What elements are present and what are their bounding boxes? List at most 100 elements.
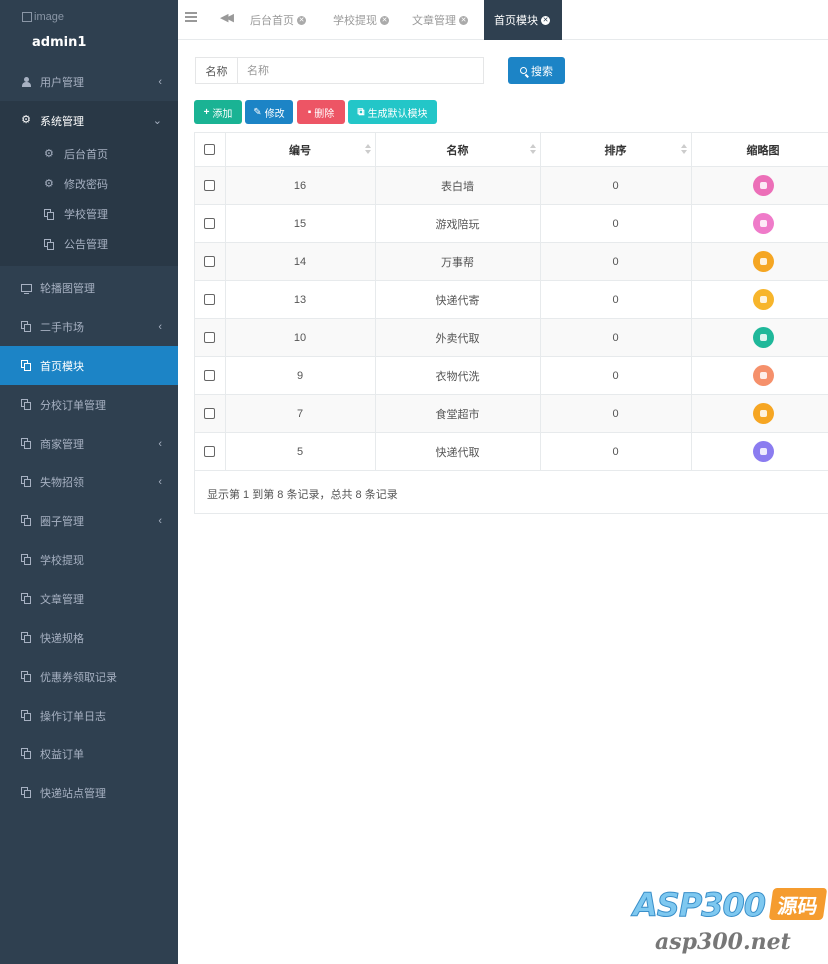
generate-default-modules-button[interactable]: ⧉ 生成默认模块 bbox=[348, 100, 437, 124]
thumbnail-icon[interactable] bbox=[752, 441, 774, 462]
table-body: 16 表白墙 0 15 游戏陪玩 0 14 万事帮 0 13 快递代寄 0 10 外卖代取 0 9 衣物代洗 0 7… bbox=[195, 166, 828, 471]
thumbnail-icon[interactable] bbox=[752, 175, 774, 196]
sidebar-item-label: 系统管理 bbox=[40, 115, 84, 128]
sort-icon bbox=[529, 144, 536, 154]
submenu-item-school-management[interactable]: 学校管理 bbox=[44, 204, 108, 224]
id-cell: 13 bbox=[225, 280, 376, 319]
pencil-icon: ✎ bbox=[253, 106, 262, 118]
table-row[interactable]: 5 快递代取 0 bbox=[195, 432, 828, 471]
row-select-cell bbox=[195, 204, 226, 243]
thumbnail-icon[interactable] bbox=[752, 251, 774, 272]
tab-school-withdraw[interactable]: 学校提现 ✕ bbox=[333, 0, 389, 40]
sidebar-item-user-management[interactable]: 用户管理 ‹ bbox=[0, 62, 178, 101]
column-header-label: 编号 bbox=[289, 144, 311, 157]
table-row[interactable]: 10 外卖代取 0 bbox=[195, 318, 828, 357]
thumbnail-icon[interactable] bbox=[752, 403, 774, 424]
row-checkbox[interactable] bbox=[204, 218, 216, 230]
table-row[interactable]: 7 食堂超市 0 bbox=[195, 394, 828, 433]
sidebar-item-merchants[interactable]: 商家管理 ‹ bbox=[0, 424, 178, 463]
column-header-label: 缩略图 bbox=[746, 144, 780, 157]
sidebar: image admin1 用户管理 ‹ ⚙ 系统管理 ⌄ ⚙ 后台首页 ⚙ 修改… bbox=[0, 0, 178, 964]
id-cell: 14 bbox=[225, 242, 376, 281]
id-cell: 16 bbox=[225, 166, 376, 205]
thumbnail-cell bbox=[691, 242, 828, 281]
delete-button[interactable]: ▪ 删除 bbox=[297, 100, 345, 124]
row-checkbox[interactable] bbox=[204, 180, 216, 192]
username[interactable]: admin1 bbox=[32, 35, 86, 50]
sidebar-item-express-stations[interactable]: 快递站点管理 bbox=[0, 773, 178, 812]
row-checkbox[interactable] bbox=[204, 370, 216, 382]
sidebar-item-articles[interactable]: 文章管理 bbox=[0, 579, 178, 618]
table-row[interactable]: 13 快递代寄 0 bbox=[195, 280, 828, 319]
select-all-checkbox[interactable] bbox=[204, 144, 216, 156]
tab-label: 学校提现 bbox=[333, 15, 377, 27]
tab-dashboard[interactable]: 后台首页 ✕ bbox=[250, 0, 306, 40]
sidebar-item-school-withdraw[interactable]: 学校提现 bbox=[0, 540, 178, 579]
thumbnail-icon[interactable] bbox=[752, 289, 774, 310]
sort-cell: 0 bbox=[540, 204, 692, 243]
copy-icon bbox=[44, 238, 57, 250]
row-checkbox[interactable] bbox=[204, 408, 216, 420]
monitor-icon bbox=[20, 282, 32, 294]
submenu-item-announcement[interactable]: 公告管理 bbox=[44, 234, 108, 254]
row-select-cell bbox=[195, 318, 226, 357]
sidebar-item-coupon-records[interactable]: 优惠券领取记录 bbox=[0, 657, 178, 696]
copy-icon bbox=[20, 671, 32, 683]
submenu-item-label: 公告管理 bbox=[64, 239, 108, 251]
column-header-sort[interactable]: 排序 bbox=[540, 133, 692, 167]
table-row[interactable]: 16 表白墙 0 bbox=[195, 166, 828, 205]
thumbnail-icon[interactable] bbox=[752, 327, 774, 348]
profile: image admin1 bbox=[0, 0, 178, 62]
search-button[interactable]: 搜索 bbox=[508, 57, 565, 84]
add-button-label: 添加 bbox=[212, 108, 233, 120]
copy-icon bbox=[20, 321, 32, 333]
edit-button[interactable]: ✎ 修改 bbox=[245, 100, 293, 124]
submenu-item-dashboard[interactable]: ⚙ 后台首页 bbox=[44, 144, 108, 164]
name-cell: 食堂超市 bbox=[375, 394, 541, 433]
id-cell: 7 bbox=[225, 394, 376, 433]
thumbnail-icon[interactable] bbox=[752, 365, 774, 386]
sidebar-item-lost-found[interactable]: 失物招领 ‹ bbox=[0, 462, 178, 501]
table-row[interactable]: 9 衣物代洗 0 bbox=[195, 356, 828, 395]
thumbnail-cell bbox=[691, 166, 828, 205]
sidebar-item-order-logs[interactable]: 操作订单日志 bbox=[0, 696, 178, 735]
close-icon[interactable]: ✕ bbox=[380, 15, 389, 25]
copy-icon bbox=[20, 632, 32, 644]
hamburger-icon[interactable] bbox=[185, 12, 197, 22]
close-icon[interactable]: ✕ bbox=[459, 15, 468, 25]
name-search-input[interactable] bbox=[237, 57, 484, 84]
tab-home-modules[interactable]: 首页模块 ✕ bbox=[484, 0, 562, 40]
column-header-id[interactable]: 编号 bbox=[225, 133, 376, 167]
close-icon[interactable]: ✕ bbox=[297, 15, 306, 25]
column-header-thumbnail: 缩略图 bbox=[691, 133, 828, 167]
sidebar-item-circles[interactable]: 圈子管理 ‹ bbox=[0, 501, 178, 540]
sidebar-item-branch-orders[interactable]: 分校订单管理 bbox=[0, 385, 178, 424]
add-button[interactable]: + 添加 bbox=[194, 100, 242, 124]
table-row[interactable]: 14 万事帮 0 bbox=[195, 242, 828, 281]
table-row[interactable]: 15 游戏陪玩 0 bbox=[195, 204, 828, 243]
close-icon[interactable]: ✕ bbox=[541, 15, 550, 25]
sidebar-item-carousel[interactable]: 轮播图管理 bbox=[0, 268, 178, 307]
sidebar-item-home-modules[interactable]: 首页模块 bbox=[0, 346, 178, 385]
row-checkbox[interactable] bbox=[204, 332, 216, 344]
sidebar-item-second-hand[interactable]: 二手市场 ‹ bbox=[0, 307, 178, 346]
row-checkbox[interactable] bbox=[204, 256, 216, 268]
copy-icon bbox=[20, 476, 32, 488]
edit-button-label: 修改 bbox=[264, 108, 285, 120]
copy-icon bbox=[20, 399, 32, 411]
thumbnail-icon[interactable] bbox=[752, 213, 774, 234]
submenu-item-change-password[interactable]: ⚙ 修改密码 bbox=[44, 174, 108, 194]
row-checkbox[interactable] bbox=[204, 446, 216, 458]
avatar[interactable]: image bbox=[22, 10, 72, 24]
column-header-name[interactable]: 名称 bbox=[375, 133, 541, 167]
backward-icon[interactable]: ◀◀ bbox=[220, 11, 234, 24]
tab-articles[interactable]: 文章管理 ✕ bbox=[412, 0, 468, 40]
row-checkbox[interactable] bbox=[204, 294, 216, 306]
copy-icon bbox=[20, 748, 32, 760]
sidebar-item-system-management[interactable]: ⚙ 系统管理 ⌄ bbox=[0, 101, 178, 140]
sidebar-item-benefit-orders[interactable]: 权益订单 bbox=[0, 734, 178, 773]
sidebar-item-express-specs[interactable]: 快递规格 bbox=[0, 618, 178, 657]
row-select-cell bbox=[195, 432, 226, 471]
row-select-cell bbox=[195, 356, 226, 395]
thumbnail-cell bbox=[691, 204, 828, 243]
